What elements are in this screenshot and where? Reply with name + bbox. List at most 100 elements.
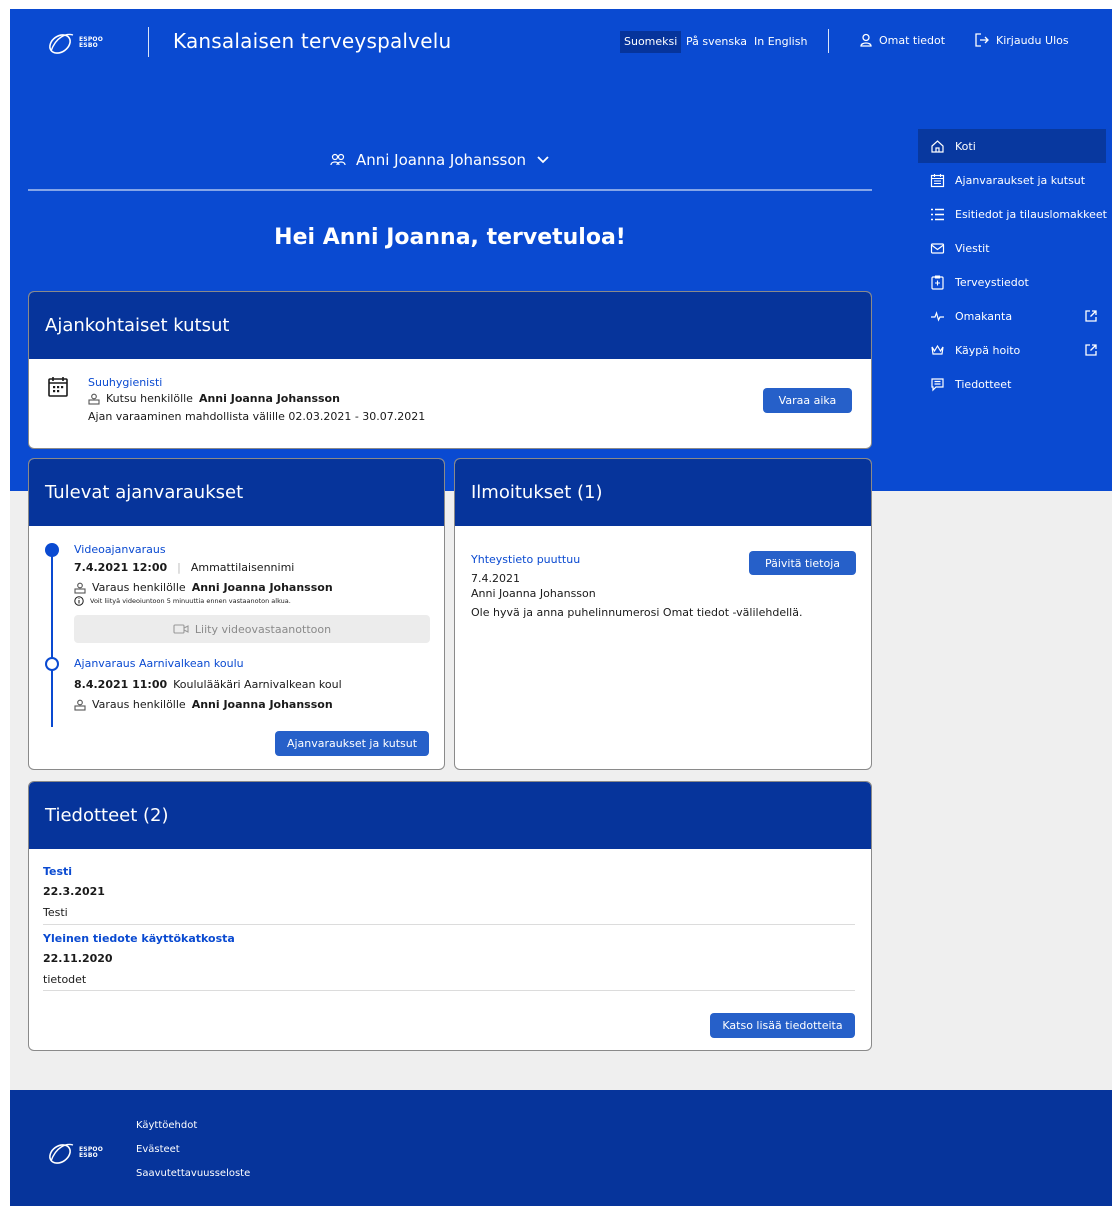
profile-link[interactable]: Omat tiedot xyxy=(859,33,945,47)
bulletin-divider xyxy=(43,990,855,991)
appointment-2-time-row: 8.4.2021 11:00 Koululääkäri Aarnivalkean… xyxy=(74,678,342,691)
notification-link[interactable]: Yhteystieto puuttuu xyxy=(471,553,580,566)
sidebar-item-tiedotteet[interactable]: Tiedotteet xyxy=(918,367,1106,401)
espoo-logo-icon xyxy=(49,33,74,54)
calendar-icon xyxy=(47,376,69,402)
lang-english[interactable]: In English xyxy=(750,31,811,53)
timeline-dot xyxy=(45,657,59,671)
people-icon xyxy=(330,153,346,166)
appointment-2-link[interactable]: Ajanvaraus Aarnivalkean koulu xyxy=(74,657,244,670)
sidebar-item-kaypa-hoito[interactable]: Käypä hoito xyxy=(918,333,1106,367)
appointment-2-for-label: Varaus henkilölle xyxy=(92,698,186,711)
appointments-title: Tulevat ajanvaraukset xyxy=(29,459,444,526)
lang-svenska[interactable]: På svenska xyxy=(682,31,751,53)
notification-message-row: Ole hyvä ja anna puhelinnumerosi Omat ti… xyxy=(471,606,802,619)
appointment-1-professional: Ammattilaisennimi xyxy=(190,561,295,574)
sidebar-item-omakanta[interactable]: Omakanta xyxy=(918,299,1106,333)
bulletin-1-body-row: Testi xyxy=(43,906,68,919)
sidebar-item-label: Terveystiedot xyxy=(955,275,1029,289)
list-icon xyxy=(930,207,945,222)
invitation-name-link[interactable]: Suuhygienisti xyxy=(88,376,162,389)
sidebar-item-esitiedot[interactable]: Esitiedot ja tilauslomakkeet xyxy=(918,197,1107,231)
appointments-card: Tulevat ajanvaraukset Videoajanvaraus 7.… xyxy=(28,458,445,770)
book-appointment-button[interactable]: Varaa aika xyxy=(763,388,852,413)
sidebar-item-koti[interactable]: Koti xyxy=(918,129,1106,163)
sidebar-item-label: Käypä hoito xyxy=(955,343,1021,357)
video-icon xyxy=(173,624,189,634)
person-selector[interactable]: Anni Joanna Johansson xyxy=(10,151,870,169)
bulletins-card: Tiedotteet (2) Testi 22.3.2021 Testi Yle… xyxy=(28,781,872,1051)
logo-text-2: ESBO xyxy=(79,42,98,49)
sidebar-item-terveystiedot[interactable]: Terveystiedot xyxy=(918,265,1106,299)
bulletin-2-date-row: 22.11.2020 xyxy=(43,952,113,965)
invitation-for-row: Kutsu henkilölle Anni Joanna Johansson xyxy=(88,392,340,405)
footer-link-cookies[interactable]: Evästeet xyxy=(136,1144,180,1155)
invitations-card: Ajankohtaiset kutsut Suuhygienisti Kutsu… xyxy=(28,291,872,449)
sidebar-item-viestit[interactable]: Viestit xyxy=(918,231,1106,265)
lang-divider xyxy=(828,29,829,53)
lang-suomeksi[interactable]: Suomeksi xyxy=(620,31,682,53)
side-navigation: Koti Ajanvaraukset ja kutsut Esitiedot j… xyxy=(918,129,1107,401)
footer: ESPOO ESBO Käyttöehdot Evästeet Saavutet… xyxy=(10,1090,1112,1206)
appointment-1-note-row: Voit liityä videoiuntoon 5 minuuttia enn… xyxy=(74,596,291,606)
join-video-label: Liity videovastaanottoon xyxy=(194,622,332,636)
bulletin-1-link[interactable]: Testi xyxy=(43,865,72,878)
update-info-button[interactable]: Päivitä tietoja xyxy=(749,551,856,575)
profile-link-label: Omat tiedot xyxy=(879,33,946,47)
bulletin-2-link[interactable]: Yleinen tiedote käyttökatkosta xyxy=(43,932,235,945)
person-name: Anni Joanna Johansson xyxy=(355,151,527,169)
person-card-icon xyxy=(74,582,86,594)
sidebar-item-label: Omakanta xyxy=(955,309,1013,323)
join-video-button[interactable]: Liity videovastaanottoon xyxy=(74,615,430,643)
invitation-person: Anni Joanna Johansson xyxy=(198,392,340,405)
espoo-logo-icon xyxy=(49,1143,74,1164)
sidebar-item-label: Koti xyxy=(955,139,976,153)
top-bar: ESPOO ESBO Kansalaisen terveyspalvelu Su… xyxy=(10,9,1112,73)
invitation-name-row: Suuhygienisti xyxy=(88,376,162,389)
pulse-icon xyxy=(930,309,945,324)
app-title: Kansalaisen terveyspalvelu xyxy=(173,29,452,53)
logout-link[interactable]: Kirjaudu Ulos xyxy=(974,33,1069,47)
notifications-title: Ilmoitukset (1) xyxy=(455,459,871,526)
appointment-1-for-row: Varaus henkilölle Anni Joanna Johansson xyxy=(74,581,333,594)
person-card-icon xyxy=(74,699,86,711)
sidebar-item-ajanvaraukset[interactable]: Ajanvaraukset ja kutsut xyxy=(918,163,1106,197)
appointment-2-for-row: Varaus henkilölle Anni Joanna Johansson xyxy=(74,698,333,711)
clipboard-icon xyxy=(930,274,945,290)
hero-divider xyxy=(28,189,872,191)
user-icon xyxy=(860,33,872,47)
person-card-icon xyxy=(88,393,100,405)
separator: | xyxy=(177,561,181,574)
sidebar-item-label: Esitiedot ja tilauslomakkeet xyxy=(955,207,1107,221)
header-divider xyxy=(148,27,149,57)
bulletin-1-title-row: Testi xyxy=(43,865,72,878)
appointment-2-name-row: Ajanvaraus Aarnivalkean koulu xyxy=(74,657,244,670)
greeting-heading: Hei Anni Joanna, tervetuloa! xyxy=(274,225,626,250)
notice-icon xyxy=(930,377,945,392)
more-bulletins-button[interactable]: Katso lisää tiedotteita xyxy=(710,1013,855,1038)
espoo-logo[interactable]: ESPOO ESBO xyxy=(46,31,103,55)
appointment-1-time-row: 7.4.2021 12:00 | Ammattilaisennimi xyxy=(74,561,294,574)
bulletin-2-title-row: Yleinen tiedote käyttökatkosta xyxy=(43,932,235,945)
bulletin-1-body: Testi xyxy=(43,906,68,919)
footer-link-terms[interactable]: Käyttöehdot xyxy=(136,1120,197,1131)
notification-person-row: Anni Joanna Johansson xyxy=(471,587,596,600)
sidebar-item-label: Viestit xyxy=(955,241,990,255)
invitations-title: Ajankohtaiset kutsut xyxy=(29,292,871,359)
notifications-card: Ilmoitukset (1) Yhteystieto puuttuu 7.4.… xyxy=(454,458,872,770)
notification-message: Ole hyvä ja anna puhelinnumerosi Omat ti… xyxy=(471,606,803,619)
sidebar-item-label: Tiedotteet xyxy=(955,377,1012,391)
bulletin-2-body: tietodet xyxy=(43,973,87,986)
appointment-1-link[interactable]: Videoajanvaraus xyxy=(74,543,166,556)
bulletin-divider xyxy=(43,924,855,925)
info-icon xyxy=(74,596,84,606)
home-icon xyxy=(930,139,945,154)
bulletin-2-body-row: tietodet xyxy=(43,973,86,986)
mail-icon xyxy=(930,241,945,256)
external-link-icon xyxy=(1084,343,1098,360)
appointments-and-invitations-button[interactable]: Ajanvaraukset ja kutsut xyxy=(275,731,429,756)
bulletin-1-date: 22.3.2021 xyxy=(43,885,105,898)
notification-person: Anni Joanna Johansson xyxy=(471,587,596,600)
appointment-2-datetime: 8.4.2021 11:00 xyxy=(74,678,168,691)
footer-link-accessibility[interactable]: Saavutettavuusseloste xyxy=(136,1168,250,1179)
